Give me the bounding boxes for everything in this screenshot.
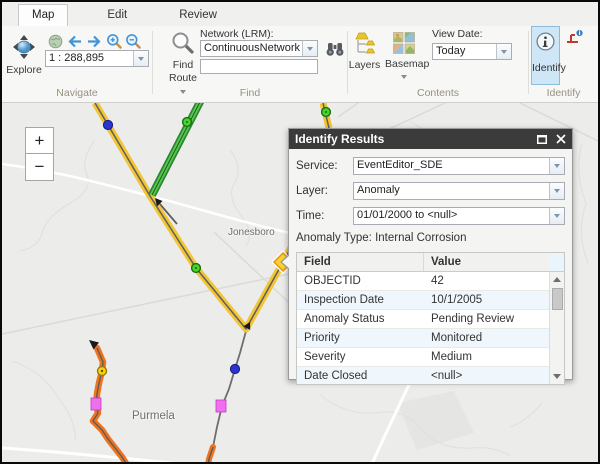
service-combobox[interactable]: EventEditor_SDE [353,157,565,175]
close-icon[interactable] [556,134,566,144]
scroll-up-icon[interactable] [553,277,561,282]
maximize-icon[interactable] [537,135,547,144]
group-identify: Identify Identify [529,26,598,102]
tab-edit[interactable]: Edit [94,5,140,26]
table-row[interactable]: PriorityMonitored [297,329,549,348]
service-label: Service: [296,160,353,172]
identify-attributes-table: Field Value OBJECTID42 Inspection Date10… [296,252,565,385]
panel-title: Identify Results [295,132,528,146]
basemap-icon [393,45,415,57]
find-route-magnifier-icon [171,46,195,58]
network-dropdown-button[interactable] [302,41,317,56]
group-contents: Layers Basemap [348,26,528,102]
blue-point-marker [230,364,239,373]
explore-icon [9,51,39,63]
scroll-down-icon[interactable] [553,374,561,379]
table-header: Field Value [297,253,564,272]
chevron-down-icon [554,214,560,218]
column-header-value[interactable]: Value [424,253,549,271]
binoculars-icon[interactable] [325,41,345,62]
explore-button[interactable]: Explore [4,34,44,76]
group-find: Find Route Network (LRM): ContinuousNetw… [153,26,347,102]
column-header-field[interactable]: Field [297,253,424,271]
chevron-down-icon [307,47,313,51]
app-window: Map Edit Review Explore [0,0,600,464]
table-scrollbar[interactable] [549,272,564,384]
map-zoom-in-button[interactable]: + [25,127,54,154]
dropdown-caret-icon [401,75,407,79]
scale-dropdown-button[interactable] [133,51,148,66]
layer-label: Layer: [296,185,353,197]
layers-icon [352,46,377,58]
ribbon: Explore [2,26,598,103]
blue-point-marker [103,120,112,129]
ribbon-tabbar: Map Edit Review [2,2,598,26]
pink-square-marker [216,400,226,412]
place-label-purmela: Purmela [132,410,175,422]
table-row[interactable]: Inspection Date10/1/2005 [297,291,549,310]
network-lrm-label: Network (LRM): [200,28,274,40]
map-zoom-control: + − [25,127,54,181]
table-row[interactable]: Anomaly StatusPending Review [297,310,549,329]
panel-header[interactable]: Identify Results [289,129,572,149]
layers-button[interactable]: Layers [348,32,381,71]
service-dropdown-button[interactable] [549,158,564,174]
time-dropdown-button[interactable] [549,208,564,224]
time-label: Time: [296,210,353,222]
chevron-down-icon [554,189,560,193]
group-navigate: Explore [2,26,152,102]
scale-combobox[interactable]: 1 : 288,895 [45,50,149,67]
tab-map[interactable]: Map [18,4,68,26]
layer-dropdown-button[interactable] [549,183,564,199]
view-date-combobox[interactable]: Today [432,43,512,60]
tab-review[interactable]: Review [166,5,230,26]
route-search-field[interactable] [200,59,318,74]
chevron-down-icon [501,50,507,54]
pink-square-marker [91,398,101,410]
place-label-jonesboro: Jonesboro [228,227,275,238]
identify-route-location-icon[interactable] [565,29,584,51]
map-view[interactable]: + − Jonesboro Purmela Identify Results S… [2,103,598,462]
chevron-down-icon [554,164,560,168]
scrollbar-thumb[interactable] [552,288,563,310]
table-row[interactable]: Date Closed<null> [297,367,549,384]
chevron-down-icon [138,57,144,61]
identify-button[interactable]: Identify [531,26,560,85]
network-combobox[interactable]: ContinuousNetwork [200,40,318,57]
layer-combobox[interactable]: Anomaly [353,182,565,200]
identify-results-panel: Identify Results Service: EventEditor_SD… [288,128,573,380]
time-combobox[interactable]: 01/01/2000 to <null> [353,207,565,225]
table-row[interactable]: SeverityMedium [297,348,549,367]
table-row[interactable]: OBJECTID42 [297,272,549,291]
map-zoom-out-button[interactable]: − [25,154,54,181]
anomaly-type-line: Anomaly Type: Internal Corrosion [296,232,565,244]
view-date-label: View Date: [432,28,483,40]
basemap-button[interactable]: Basemap [385,32,423,83]
identify-info-icon [535,43,556,55]
view-date-dropdown-button[interactable] [496,44,511,59]
